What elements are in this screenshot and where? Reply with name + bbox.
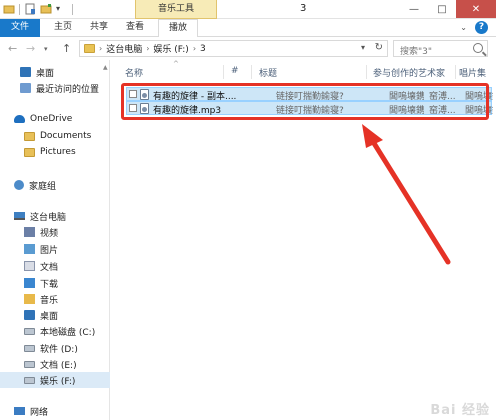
- folder-icon: [84, 44, 95, 53]
- nav-item-label: 文档: [40, 262, 59, 273]
- column-header-label: #: [231, 66, 239, 76]
- breadcrumb-folder-3[interactable]: 3: [200, 44, 206, 54]
- nav-item-label: OneDrive: [30, 114, 73, 124]
- nav-item-label: 家庭组: [29, 181, 57, 192]
- tab-share[interactable]: 共享: [86, 19, 112, 37]
- ribbon-right-controls: ⌄ ?: [460, 21, 488, 34]
- quick-access-toolbar: ▾: [3, 3, 73, 15]
- tab-view[interactable]: 查看: [122, 19, 148, 37]
- videos-icon: [24, 227, 35, 237]
- nav-item-label: 音乐: [40, 295, 59, 306]
- column-header-name[interactable]: 名称: [125, 66, 225, 80]
- address-bar-row: ← → ▾ ↑ › 这台电脑 › 娱乐 (F:) › 3 ▾ ↻ 搜索"3": [0, 37, 496, 60]
- nav-item-label: 本地磁盘 (C:): [40, 327, 96, 338]
- drive-icon: [24, 344, 35, 352]
- nav-item-label: 图片: [40, 245, 59, 256]
- minimize-button[interactable]: —: [400, 0, 428, 18]
- search-input[interactable]: 搜索"3": [393, 40, 488, 57]
- tab-home[interactable]: 主页: [50, 19, 76, 37]
- address-field[interactable]: › 这台电脑 › 娱乐 (F:) › 3 ▾ ↻: [79, 40, 388, 57]
- nav-item-label: Documents: [40, 131, 92, 141]
- expand-ribbon-button[interactable]: ⌄: [460, 23, 467, 32]
- breadcrumb-this-pc[interactable]: 这台电脑: [106, 42, 142, 55]
- column-separator[interactable]: [366, 65, 367, 79]
- downloads-icon: [24, 278, 35, 288]
- computer-icon: [14, 212, 25, 220]
- drive-icon: [24, 327, 35, 335]
- nav-item-label: 娱乐 (F:): [40, 376, 76, 387]
- qat-separator: [19, 3, 20, 15]
- forward-button[interactable]: →: [26, 42, 35, 55]
- homegroup-icon: [14, 180, 24, 190]
- nav-item-label: 网络: [30, 407, 49, 418]
- music-icon: [24, 294, 35, 304]
- nav-item-label: 桌面: [40, 311, 59, 322]
- navigation-pane: 桌面 最近访问的位置 OneDrive Documents Pictures 家…: [0, 60, 110, 420]
- folder-icon: [24, 147, 35, 157]
- search-icon[interactable]: [473, 43, 483, 53]
- column-header-label: 参与创作的艺术家: [373, 69, 446, 79]
- nav-item-label: 文档 (E:): [40, 360, 77, 371]
- nav-scrollbar[interactable]: ▲: [103, 60, 110, 420]
- maximize-button[interactable]: □: [428, 0, 456, 18]
- tab-file[interactable]: 文件: [0, 19, 40, 37]
- nav-item-label: Pictures: [40, 147, 76, 157]
- desktop-icon: [24, 310, 35, 320]
- nav-item-label: 最近访问的位置: [36, 84, 100, 95]
- nav-item-label: 桌面: [36, 68, 55, 79]
- breadcrumb-separator[interactable]: ›: [146, 44, 149, 53]
- column-header-label: 名称: [125, 69, 144, 79]
- recent-locations-dropdown[interactable]: ▾: [44, 45, 48, 53]
- column-header-artist[interactable]: 参与创作的艺术家: [373, 66, 455, 80]
- breadcrumb-separator[interactable]: ›: [193, 44, 196, 53]
- search-placeholder: 搜索"3": [400, 47, 433, 57]
- properties-icon[interactable]: [24, 3, 36, 15]
- window-controls: — □ ✕: [400, 0, 496, 18]
- desktop-icon: [20, 67, 31, 77]
- nav-item-label: 这台电脑: [30, 212, 67, 223]
- column-separator[interactable]: [223, 65, 224, 79]
- ribbon-tab-bar: 文件 主页 共享 查看 播放 ⌄ ?: [0, 19, 496, 38]
- pictures-icon: [24, 244, 35, 254]
- drive-icon: [24, 360, 35, 368]
- nav-item-label: 软件 (D:): [40, 344, 78, 355]
- help-button[interactable]: ?: [475, 21, 488, 34]
- close-button[interactable]: ✕: [456, 0, 496, 18]
- onedrive-icon: [14, 115, 25, 123]
- chevron-down-icon[interactable]: ▾: [56, 3, 68, 15]
- watermark-logo: Bai 经验: [430, 403, 490, 418]
- network-icon: [14, 407, 25, 415]
- tab-play[interactable]: 播放: [158, 19, 198, 38]
- column-header-title[interactable]: 标题: [259, 66, 359, 80]
- column-separator[interactable]: [251, 65, 252, 79]
- nav-item-label: 视频: [40, 228, 59, 239]
- refresh-button[interactable]: ↻: [375, 42, 383, 53]
- title-bar: ▾ 音乐工具 3 — □ ✕: [0, 0, 496, 19]
- column-header-number[interactable]: #: [231, 66, 251, 80]
- column-header-album[interactable]: 唱片集: [459, 66, 495, 80]
- sort-indicator: ^: [173, 60, 179, 68]
- window-title: 3: [300, 3, 307, 14]
- up-button[interactable]: ↑: [62, 42, 71, 55]
- back-button[interactable]: ←: [8, 42, 17, 55]
- documents-icon: [24, 261, 35, 271]
- new-folder-icon[interactable]: [40, 3, 52, 15]
- column-header-label: 标题: [259, 69, 278, 79]
- folder-icon: [24, 131, 35, 141]
- highlight-box: [121, 83, 489, 120]
- nav-item-label: 下载: [40, 279, 59, 290]
- scroll-up-icon[interactable]: ▲: [103, 64, 108, 71]
- nav-item-drive-f[interactable]: 娱乐 (F:): [0, 372, 110, 388]
- qat-separator: [72, 3, 73, 15]
- breadcrumb-drive-f[interactable]: 娱乐 (F:): [153, 42, 188, 55]
- column-header-label: 唱片集: [459, 69, 487, 79]
- drive-icon: [24, 376, 35, 384]
- address-dropdown[interactable]: ▾: [361, 43, 365, 52]
- column-separator[interactable]: [455, 65, 456, 79]
- breadcrumb-separator[interactable]: ›: [99, 44, 102, 53]
- recent-places-icon: [20, 83, 31, 93]
- music-tools-header: 音乐工具: [135, 0, 217, 19]
- folder-icon[interactable]: [3, 3, 15, 15]
